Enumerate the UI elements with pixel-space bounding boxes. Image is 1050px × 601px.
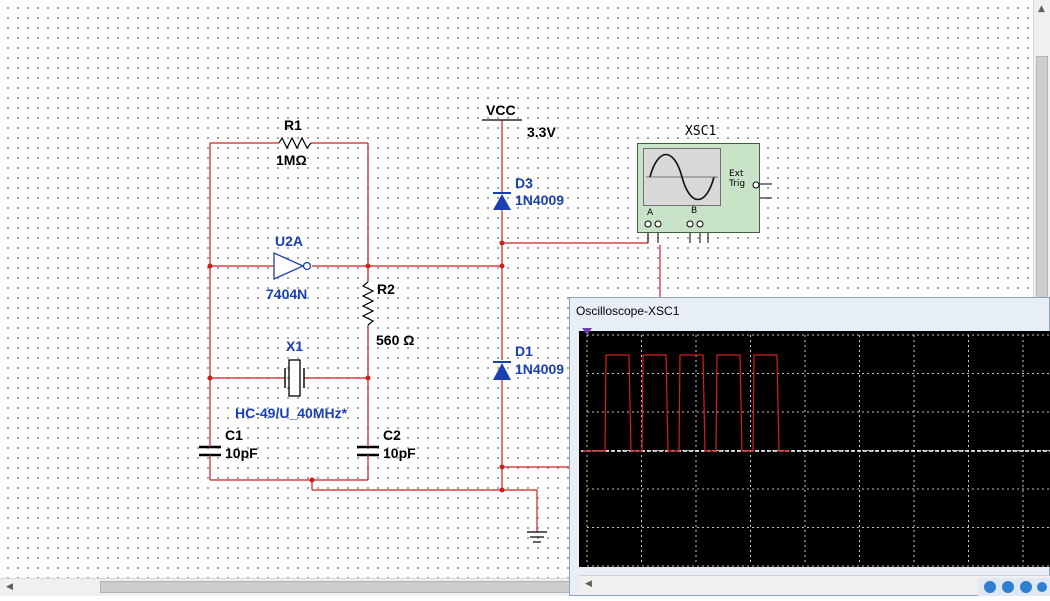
- vcc-label[interactable]: VCC: [486, 102, 516, 118]
- u2a-value: 7404N: [266, 286, 308, 302]
- r2-ref[interactable]: R2: [377, 281, 395, 297]
- vcc-value: 3.3V: [527, 124, 556, 140]
- c2-value: 10pF: [383, 445, 416, 461]
- c1-value: 10pF: [225, 445, 258, 461]
- oscilloscope-trace: [581, 334, 1050, 567]
- oscilloscope-window-title[interactable]: Oscilloscope-XSC1: [576, 304, 679, 318]
- scope-scroll-left-arrow-icon[interactable]: ◀: [581, 577, 596, 592]
- r1-value: 1MΩ: [276, 152, 307, 168]
- d3-ref[interactable]: D3: [515, 175, 533, 191]
- scroll-left-arrow-icon[interactable]: ◀: [2, 580, 17, 595]
- xsc1-ref: XSC1: [685, 124, 717, 139]
- x1-ref[interactable]: X1: [286, 338, 303, 354]
- c2-ref[interactable]: C2: [383, 427, 401, 443]
- scroll-up-arrow-icon[interactable]: ▲: [1034, 2, 1049, 17]
- tray-icons[interactable]: [978, 576, 1050, 596]
- d1-value: 1N4009: [515, 361, 565, 377]
- oscilloscope-display[interactable]: [579, 331, 1050, 567]
- oscilloscope-instrument[interactable]: Ext Trig A B: [637, 143, 760, 233]
- x1-value: HC-49/U_40MHz*: [235, 405, 348, 421]
- r2-value: 560 Ω: [376, 332, 415, 348]
- oscilloscope-window[interactable]: Oscilloscope-XSC1 ◀: [569, 297, 1050, 596]
- r1-ref[interactable]: R1: [284, 117, 302, 133]
- d1-ref[interactable]: D1: [515, 343, 533, 359]
- oscilloscope-terminals: [644, 181, 760, 228]
- c1-ref[interactable]: C1: [225, 427, 243, 443]
- channel-a-trace: [583, 354, 790, 452]
- trigger-marker-icon[interactable]: [582, 328, 592, 335]
- d3-value: 1N4009: [515, 192, 565, 208]
- u2a-ref[interactable]: U2A: [275, 233, 303, 249]
